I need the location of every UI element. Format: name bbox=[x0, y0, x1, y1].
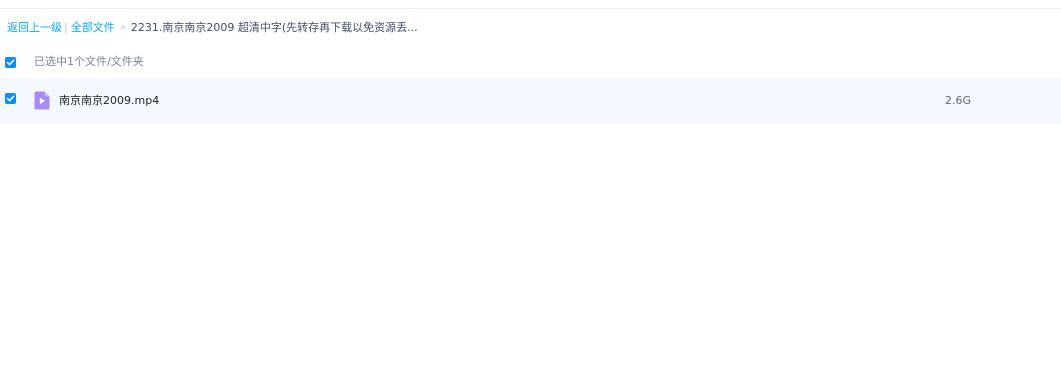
selection-summary: 已选中1个文件/文件夹 bbox=[34, 55, 144, 68]
file-name[interactable]: 南京南京2009.mp4 bbox=[59, 93, 159, 109]
breadcrumb: 返回上一级 | 全部文件 » 2231.南京南京2009 超清中字(先转存再下载… bbox=[7, 19, 418, 35]
back-link[interactable]: 返回上一级 bbox=[7, 19, 62, 35]
breadcrumb-arrow-icon: » bbox=[119, 21, 126, 33]
breadcrumb-separator: | bbox=[64, 20, 68, 34]
checkmark-icon bbox=[6, 59, 15, 66]
all-files-link[interactable]: 全部文件 bbox=[71, 19, 115, 35]
file-checkbox[interactable] bbox=[5, 93, 16, 104]
checkmark-icon bbox=[6, 95, 15, 102]
file-row[interactable]: 南京南京2009.mp4 2.6G bbox=[0, 78, 1061, 124]
select-all-checkbox[interactable] bbox=[5, 57, 16, 68]
current-folder-name: 2231.南京南京2009 超清中字(先转存再下载以免资源丢... bbox=[130, 21, 418, 34]
file-size: 2.6G bbox=[945, 94, 972, 107]
top-divider bbox=[0, 8, 1061, 9]
video-file-icon bbox=[34, 91, 50, 110]
